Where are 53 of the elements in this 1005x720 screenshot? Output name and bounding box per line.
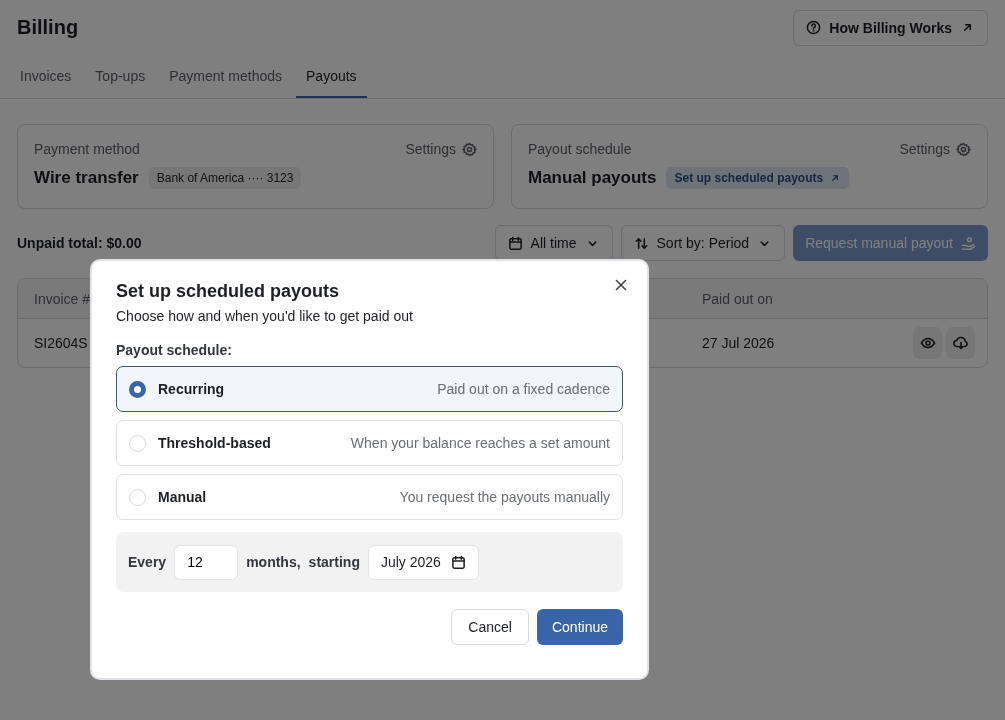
option-label: Threshold-based <box>158 435 271 451</box>
card-label: Payment method <box>34 141 140 157</box>
settings-icon <box>956 141 971 157</box>
unit-label: months, <box>246 554 301 570</box>
help-icon <box>806 20 822 35</box>
card-label: Payout schedule <box>528 141 632 157</box>
table-cell: SI2604S <box>34 335 88 351</box>
every-label: Every <box>128 554 167 570</box>
settings-link[interactable]: Settings <box>405 141 477 157</box>
unpaid-total: Unpaid total: $0.00 <box>17 235 142 251</box>
tab[interactable]: Top-ups <box>85 55 156 98</box>
column-header: Invoice # <box>34 290 91 307</box>
schedule-option[interactable]: Manual You request the payouts manually <box>116 474 623 520</box>
schedule-option[interactable]: Threshold-based When your balance reaches a set amount <box>116 420 623 466</box>
dialog-subtitle: Choose how and when you'd like to get paid out <box>116 308 414 324</box>
account-badge: Bank of America ···· 3123 <box>148 167 302 189</box>
interval-field[interactable]: 12 <box>174 544 239 580</box>
eye-icon <box>919 335 936 351</box>
option-description: When your balance reaches a set amount <box>350 435 610 451</box>
tab[interactable]: Payouts <box>296 55 367 98</box>
sort-dropdown[interactable]: Sort by: Period <box>620 225 786 261</box>
table-cell: 27 Jul 2026 <box>702 335 775 351</box>
radio-button[interactable] <box>129 380 146 398</box>
date-filter-dropdown[interactable]: All time <box>494 225 613 261</box>
cloud-download-icon <box>952 335 969 351</box>
close-icon <box>613 277 629 293</box>
cancel-button[interactable]: Cancel <box>451 609 529 645</box>
settings-icon <box>462 141 477 157</box>
setup-link[interactable]: Set up scheduled payouts <box>666 167 850 189</box>
column-header: Paid out on <box>702 290 773 307</box>
schedule-option[interactable]: Recurring Paid out on a fixed cadence <box>116 366 623 412</box>
option-description: Paid out on a fixed cadence <box>437 381 610 397</box>
option-label: Recurring <box>158 381 225 397</box>
card-value: Manual payouts <box>528 168 657 188</box>
card-value: Wire transfer <box>34 168 139 188</box>
tab[interactable]: Invoices <box>10 55 82 98</box>
hand-coin-icon <box>961 235 976 251</box>
settings-link[interactable]: Settings <box>899 141 971 157</box>
continue-button[interactable]: Continue <box>536 609 623 645</box>
tab[interactable]: Payment methods <box>159 55 292 98</box>
help-button[interactable]: How Billing Works <box>793 9 988 46</box>
page-title: Billing <box>17 16 79 39</box>
download-button[interactable] <box>946 327 975 359</box>
option-description: You request the payouts manually <box>399 489 610 505</box>
starting-label: starting <box>308 554 360 570</box>
dialog-title: Set up scheduled payouts <box>116 281 341 302</box>
view-button[interactable] <box>913 327 942 359</box>
option-label: Manual <box>158 489 207 505</box>
field-label: Payout schedule: <box>116 342 233 358</box>
date-picker[interactable]: July 2026 <box>367 544 479 580</box>
calendar-icon <box>450 554 466 570</box>
sort-icon <box>633 235 649 251</box>
calendar-icon <box>507 235 523 251</box>
